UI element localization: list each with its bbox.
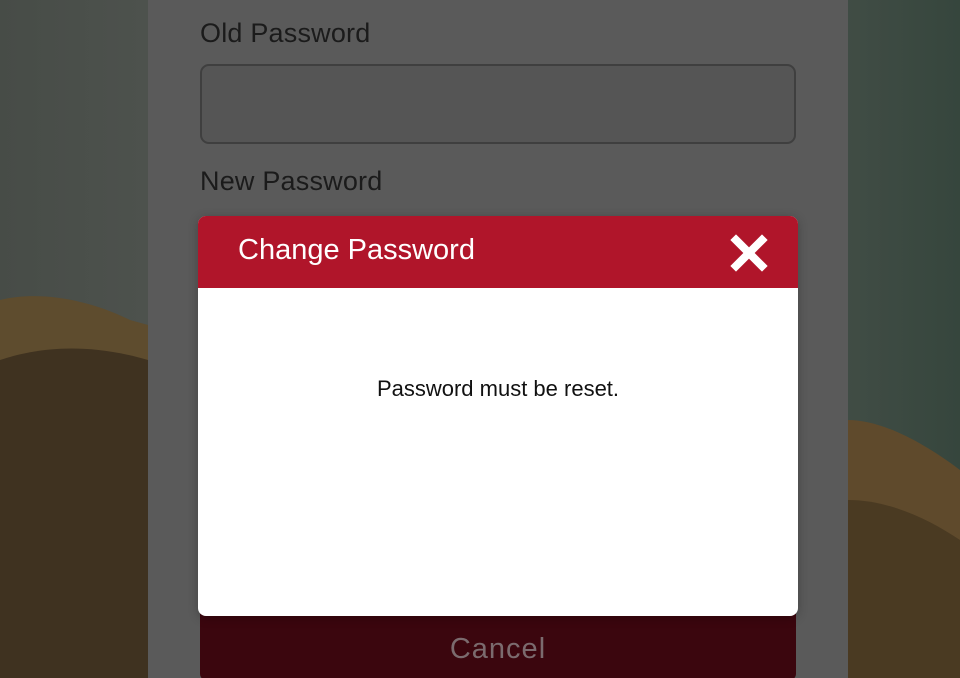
dialog-title: Change Password (238, 234, 475, 266)
new-password-label: New Password (200, 166, 383, 196)
change-password-dialog: Change Password Password must be reset. (198, 216, 798, 616)
change-password-screen: Old Password New Password Cancel Change … (0, 0, 960, 678)
dialog-header: Change Password (198, 216, 798, 288)
close-button[interactable] (728, 232, 770, 274)
cancel-button[interactable]: Cancel (200, 606, 796, 678)
close-icon (730, 234, 768, 272)
old-password-label: Old Password (200, 18, 371, 48)
dialog-message: Password must be reset. (376, 376, 620, 401)
old-password-input[interactable] (200, 64, 796, 144)
